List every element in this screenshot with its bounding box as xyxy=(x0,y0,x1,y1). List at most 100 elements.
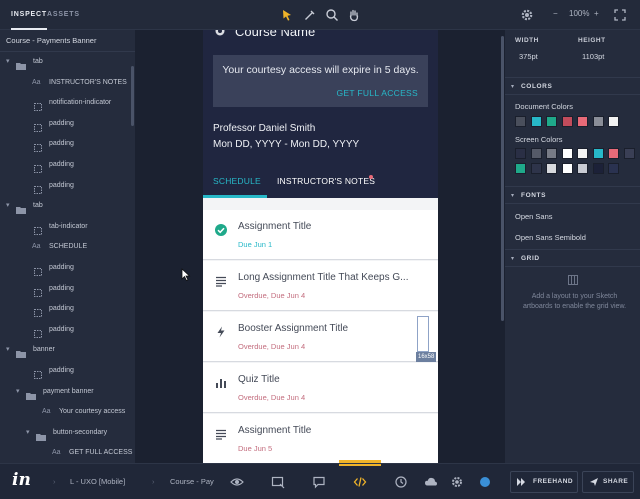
fonts-section-header[interactable]: ▾ FONTS xyxy=(505,186,640,204)
color-swatch[interactable] xyxy=(515,163,526,174)
layer-row[interactable]: padding xyxy=(0,155,135,176)
comment-icon[interactable] xyxy=(312,475,326,489)
font-item[interactable]: Open Sans Semibold xyxy=(515,233,586,242)
invision-logo[interactable]: in xyxy=(12,470,31,490)
preview-eye-icon[interactable] xyxy=(230,475,244,489)
layer-row[interactable]: Aa GET FULL ACCESS xyxy=(0,443,135,463)
layer-label: padding xyxy=(49,181,74,189)
breadcrumb[interactable]: Course - Payments Banner xyxy=(0,30,135,52)
pointer-icon[interactable] xyxy=(280,8,294,22)
layer-label: tab xyxy=(33,202,43,210)
assignment-card[interactable]: Assignment Title Due Jun 5 xyxy=(203,414,438,463)
layer-row[interactable]: ▾ button-secondary xyxy=(0,423,135,444)
zoom-in-button[interactable]: + xyxy=(594,9,599,18)
search-icon[interactable] xyxy=(325,8,339,22)
color-swatch[interactable] xyxy=(592,148,604,159)
layer-row[interactable]: padding xyxy=(0,320,135,341)
layer-row[interactable]: Aa INSTRUCTOR'S NOTES xyxy=(0,73,135,94)
share-button[interactable]: SHARE xyxy=(582,471,634,493)
layer-row[interactable]: padding xyxy=(0,134,135,155)
layer-row[interactable]: ▾ banner xyxy=(0,340,135,361)
eyedropper-icon[interactable] xyxy=(303,8,317,22)
text-layer-icon: Aa xyxy=(52,449,61,457)
check-circle-icon xyxy=(215,223,227,236)
color-swatch[interactable] xyxy=(530,148,542,159)
color-swatch[interactable] xyxy=(546,116,557,127)
text-layer-icon: Aa xyxy=(32,243,41,251)
layer-row[interactable]: ▾ tab xyxy=(0,196,135,217)
project-name[interactable]: L - UXO [Mobile] xyxy=(70,464,125,499)
color-swatch[interactable] xyxy=(592,116,604,127)
settings-gear-icon[interactable] xyxy=(450,475,464,489)
layer-label: padding xyxy=(49,284,74,292)
freehand-button[interactable]: FREEHAND xyxy=(510,471,578,493)
tab-schedule[interactable]: SCHEDULE xyxy=(213,176,261,186)
color-swatch[interactable] xyxy=(577,148,588,159)
layer-row[interactable]: padding xyxy=(0,114,135,135)
tab-assets[interactable]: ASSETS xyxy=(47,0,80,30)
user-avatar[interactable] xyxy=(480,477,490,487)
selection-outline xyxy=(417,316,429,352)
color-swatch[interactable] xyxy=(608,148,619,159)
expand-chevron-icon[interactable]: ▾ xyxy=(16,382,24,395)
color-swatch[interactable] xyxy=(561,116,573,127)
build-mode-icon[interactable] xyxy=(271,475,285,489)
get-full-access-button[interactable]: GET FULL ACCESS xyxy=(337,88,419,98)
screen-name[interactable]: Course - Pay xyxy=(170,464,218,499)
layer-row[interactable]: padding xyxy=(0,176,135,197)
layer-list: ▾ tab Aa INSTRUCTOR'S NOTES notification-ind… xyxy=(0,52,135,463)
color-swatch[interactable] xyxy=(515,116,526,127)
font-item[interactable]: Open Sans xyxy=(515,212,553,221)
assignment-card[interactable]: Long Assignment Title That Keeps G... Ove… xyxy=(203,261,438,311)
zoom-out-button[interactable]: − xyxy=(553,9,558,18)
color-swatch[interactable] xyxy=(530,116,542,127)
tab-instructors-notes[interactable]: INSTRUCTOR'S NOTES xyxy=(277,176,375,186)
color-swatch[interactable] xyxy=(592,163,604,174)
layer-row[interactable]: padding xyxy=(0,258,135,279)
expand-chevron-icon[interactable]: ▾ xyxy=(6,196,14,209)
layer-row[interactable]: padding xyxy=(0,299,135,320)
layer-row[interactable]: ▾ payment banner xyxy=(0,382,135,403)
assignment-card[interactable]: Booster Assignment Title Overdue, Due Jun… xyxy=(203,312,438,362)
history-icon[interactable] xyxy=(394,475,408,489)
layer-row[interactable]: notification-indicator xyxy=(0,93,135,114)
layer-row[interactable]: padding xyxy=(0,279,135,300)
shape-layer-icon xyxy=(34,183,42,194)
color-swatch[interactable] xyxy=(515,148,526,159)
layer-row[interactable]: ▾ tab xyxy=(0,52,135,73)
color-swatch[interactable] xyxy=(530,163,542,174)
colors-section-header[interactable]: ▾ COLORS xyxy=(505,77,640,95)
layers-scrollbar[interactable] xyxy=(131,66,134,126)
collapse-chevron-icon: ▾ xyxy=(511,193,515,199)
color-swatch[interactable] xyxy=(623,148,635,159)
expand-chevron-icon[interactable]: ▾ xyxy=(26,423,34,436)
grid-section-header[interactable]: ▾ GRID xyxy=(505,249,640,267)
phone-artboard[interactable]: Course Name Your courtesy access will ex… xyxy=(203,30,438,463)
hand-icon[interactable] xyxy=(347,8,361,22)
assignment-card[interactable]: Quiz Title Overdue, Due Jun 4 xyxy=(203,363,438,413)
assignment-status: Due Jun 1 xyxy=(238,240,273,249)
width-label: WIDTH xyxy=(515,37,539,44)
course-icon xyxy=(215,30,225,36)
color-swatch[interactable] xyxy=(577,163,588,174)
inspect-code-icon[interactable] xyxy=(353,475,367,489)
gear-icon[interactable] xyxy=(520,8,534,22)
expand-chevron-icon[interactable]: ▾ xyxy=(6,340,14,353)
layer-row[interactable]: Aa SCHEDULE xyxy=(0,237,135,258)
color-swatch[interactable] xyxy=(608,116,619,127)
fullscreen-icon[interactable] xyxy=(613,8,627,22)
color-swatch[interactable] xyxy=(577,116,588,127)
assignment-card[interactable]: Assignment Title Due Jun 1 xyxy=(203,210,438,260)
layer-row[interactable]: padding xyxy=(0,361,135,382)
canvas-scrollbar[interactable] xyxy=(501,36,504,321)
color-swatch[interactable] xyxy=(608,163,619,174)
color-swatch[interactable] xyxy=(546,148,557,159)
sync-cloud-icon[interactable] xyxy=(424,475,438,489)
tab-inspect[interactable]: INSPECT xyxy=(11,0,47,30)
layer-row[interactable]: Aa Your courtesy access xyxy=(0,402,135,423)
expand-chevron-icon[interactable]: ▾ xyxy=(6,52,14,65)
layer-row[interactable]: tab-indicator xyxy=(0,217,135,238)
color-swatch[interactable] xyxy=(561,148,573,159)
color-swatch[interactable] xyxy=(561,163,573,174)
color-swatch[interactable] xyxy=(546,163,557,174)
